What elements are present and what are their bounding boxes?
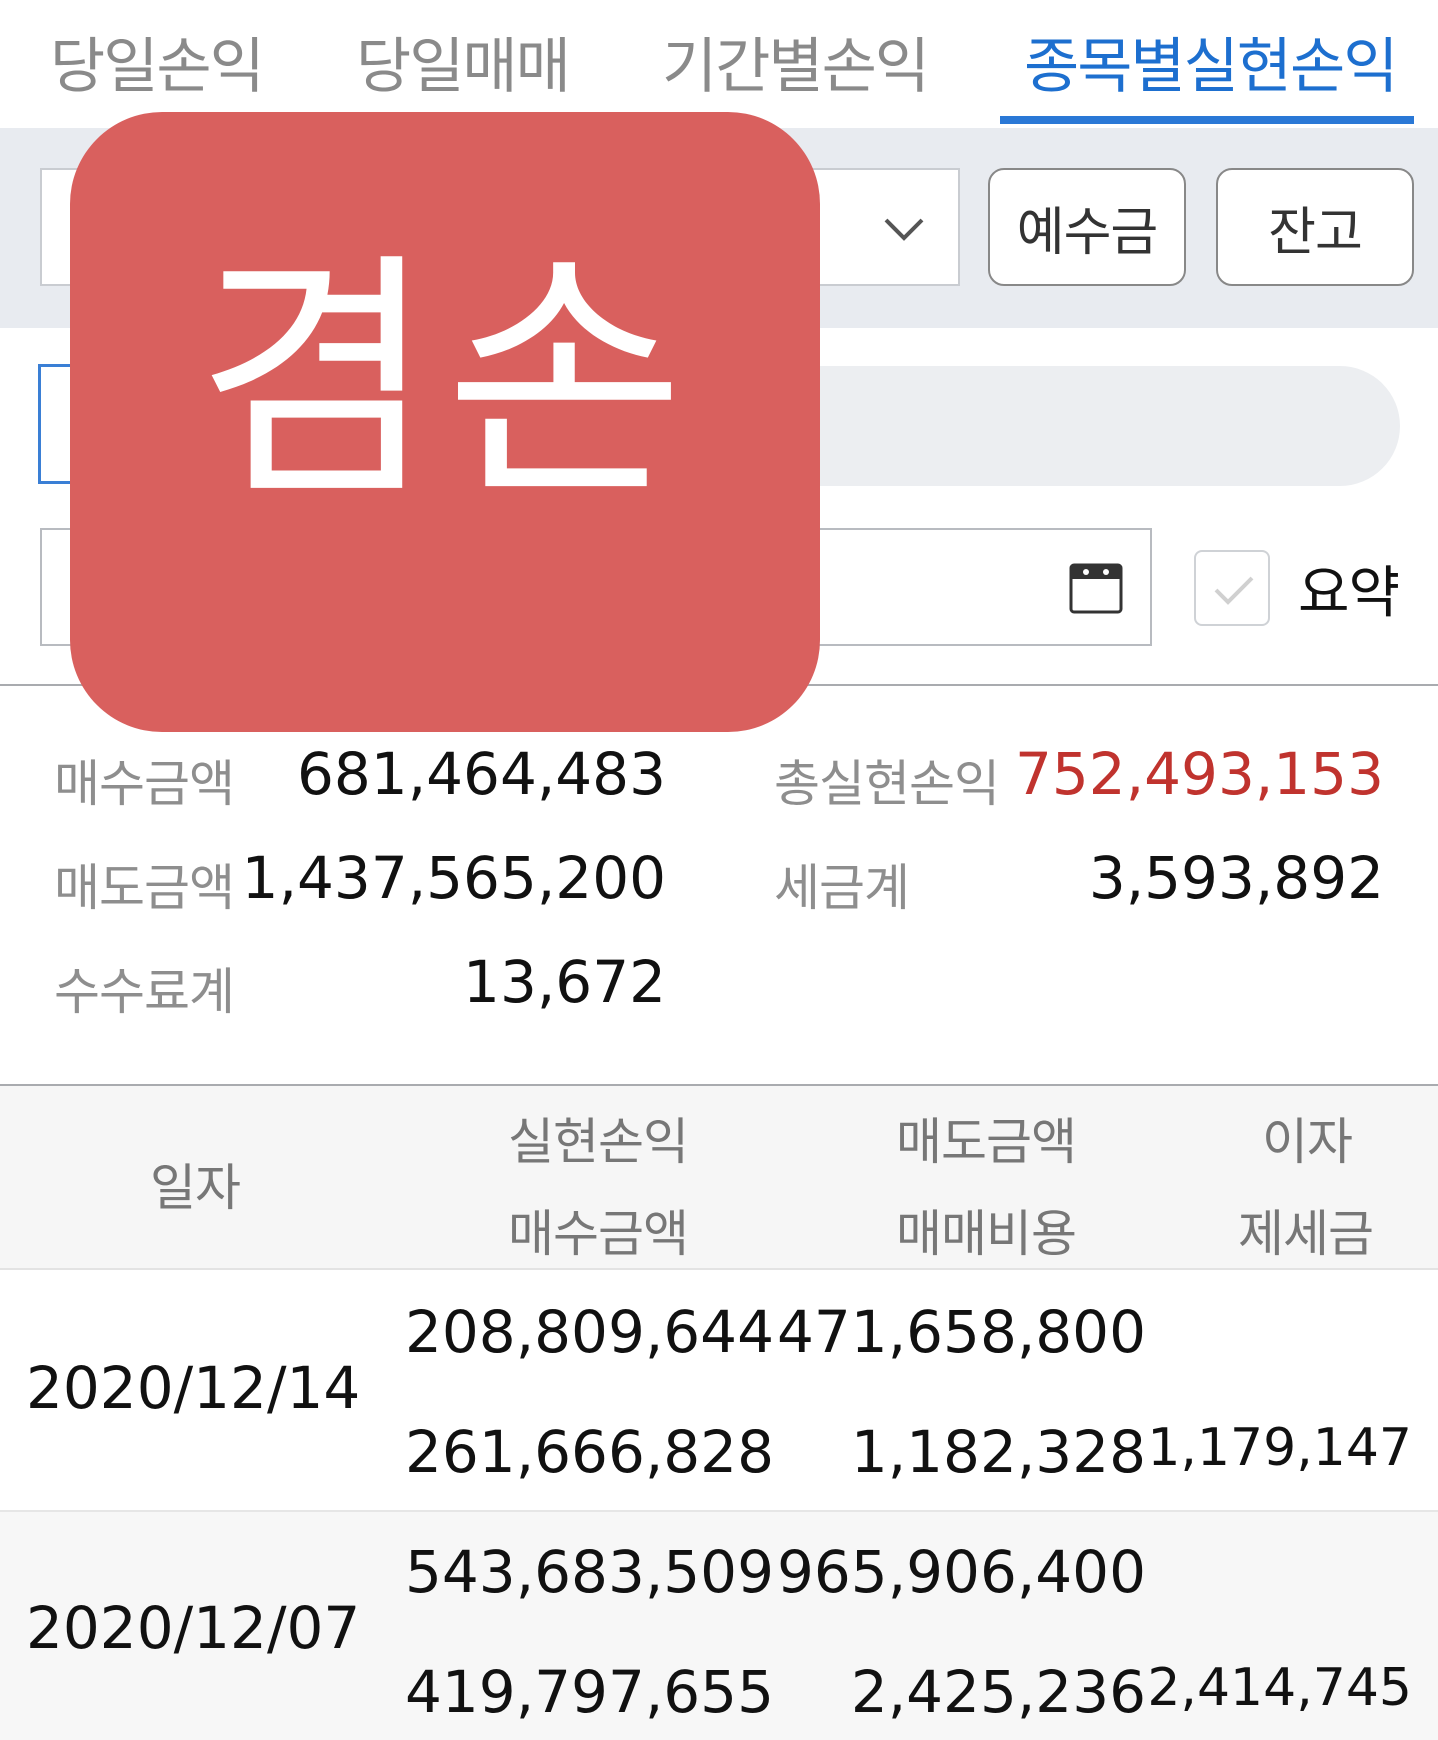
- row-realized: 543,683,509: [405, 1538, 774, 1606]
- tax-total-label: 세금계: [774, 859, 910, 917]
- buy-amount-label: 매수금액: [54, 755, 235, 813]
- sell-amount-label: 매도금액: [54, 859, 235, 917]
- row-sell: 965,906,400: [777, 1538, 1146, 1606]
- row-tax: 2,414,745: [1147, 1658, 1412, 1718]
- tax-total-value: 3,593,892: [1088, 844, 1384, 912]
- tab-bar: 당일손익 당일매매 기간별손익 종목별실현손익: [0, 0, 1438, 128]
- summary-checkbox-label: 요약: [1298, 561, 1400, 626]
- tab-daily-pnl[interactable]: 당일손익: [50, 18, 265, 105]
- total-realized-label: 총실현손익: [774, 755, 1000, 813]
- balance-button[interactable]: 잔고: [1216, 168, 1414, 286]
- column-header-cost: 매매비용: [896, 1205, 1077, 1263]
- summary-checkbox[interactable]: [1194, 550, 1270, 626]
- column-header-sell: 매도금액: [896, 1113, 1077, 1171]
- fee-total-value: 13,672: [463, 948, 666, 1016]
- table-header: 일자 실현손익 매수금액 매도금액 매매비용 이자 제세금: [0, 1086, 1438, 1270]
- column-header-tax: 제세금: [1238, 1205, 1374, 1263]
- column-header-realized: 실현손익: [508, 1113, 689, 1171]
- sell-amount-value: 1,437,565,200: [241, 844, 666, 912]
- tab-period-pnl[interactable]: 기간별손익: [662, 18, 930, 105]
- row-cost: 1,182,328: [850, 1418, 1146, 1486]
- row-cost: 2,425,236: [850, 1658, 1146, 1726]
- row-tax: 1,179,147: [1147, 1418, 1412, 1478]
- row-buy: 261,666,828: [405, 1418, 774, 1486]
- active-tab-indicator: [1000, 116, 1414, 124]
- tab-daily-trades[interactable]: 당일매매: [356, 18, 571, 105]
- table-row[interactable]: 2020/12/14 208,809,644 261,666,828 471,6…: [0, 1272, 1438, 1512]
- row-sell: 471,658,800: [777, 1298, 1146, 1366]
- fee-total-label: 수수료계: [54, 963, 235, 1021]
- row-buy: 419,797,655: [405, 1658, 774, 1726]
- check-icon: [1214, 576, 1254, 605]
- sticker-text: 겸손: [195, 230, 695, 533]
- tab-realized-by-stock[interactable]: 종목별실현손익: [1024, 18, 1398, 105]
- total-realized-value: 752,493,153: [1015, 740, 1384, 808]
- chevron-down-icon[interactable]: [882, 206, 926, 250]
- deposit-button[interactable]: 예수금: [988, 168, 1186, 286]
- buy-amount-value: 681,464,483: [297, 740, 666, 808]
- column-header-date: 일자: [150, 1159, 241, 1217]
- row-realized: 208,809,644: [405, 1298, 774, 1366]
- row-date: 2020/12/14: [26, 1354, 361, 1422]
- row-date: 2020/12/07: [26, 1594, 361, 1662]
- calendar-icon[interactable]: [1068, 560, 1124, 616]
- humility-sticker: 겸손: [70, 112, 820, 732]
- column-header-buy: 매수금액: [508, 1205, 689, 1263]
- column-header-interest: 이자: [1262, 1113, 1353, 1171]
- table-row[interactable]: 2020/12/07 543,683,509 419,797,655 965,9…: [0, 1512, 1438, 1740]
